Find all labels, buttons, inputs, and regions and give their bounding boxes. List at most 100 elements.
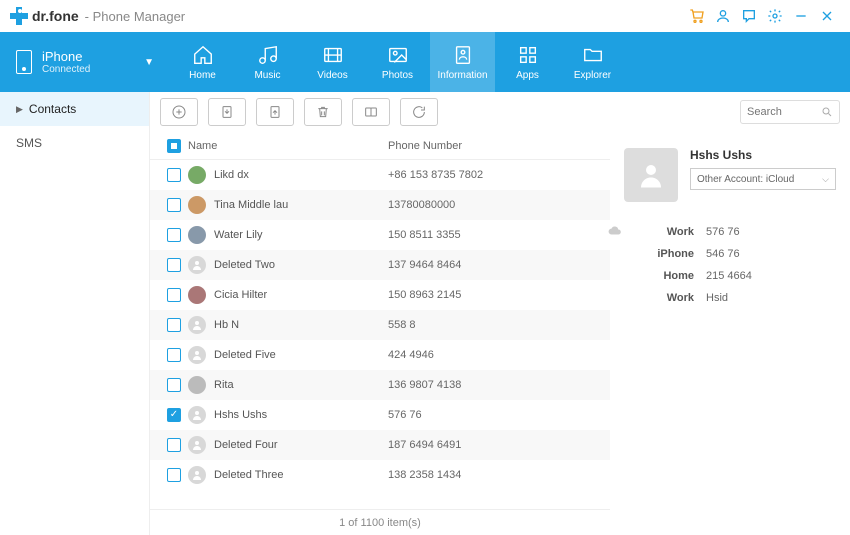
- table-row[interactable]: Hshs Ushs576 76: [150, 400, 610, 430]
- contact-name: Rita: [214, 379, 234, 391]
- cell-name: Deleted Three: [188, 466, 388, 484]
- delete-button[interactable]: [304, 98, 342, 126]
- cell-phone: 424 4946: [388, 349, 600, 361]
- row-checkbox[interactable]: [167, 348, 181, 362]
- nav-explorer[interactable]: Explorer: [560, 32, 625, 92]
- table-row[interactable]: Deleted Five 424 4946: [150, 340, 610, 370]
- minimize-button[interactable]: [788, 3, 814, 29]
- merge-button[interactable]: [352, 98, 390, 126]
- avatar: [188, 226, 206, 244]
- contact-name: Deleted Three: [214, 469, 284, 481]
- table-row[interactable]: Rita 136 9807 4138: [150, 370, 610, 400]
- row-checkbox[interactable]: [167, 288, 181, 302]
- contact-name: Deleted Four: [214, 439, 278, 451]
- nav-music[interactable]: Music: [235, 32, 300, 92]
- avatar: [188, 436, 206, 454]
- contacts-table: Name Phone Number Likd dx +86 153 8735 78…: [150, 132, 610, 535]
- table-row[interactable]: Cicia Hilter 150 8963 2145: [150, 280, 610, 310]
- row-checkbox[interactable]: [167, 168, 181, 182]
- row-checkbox[interactable]: [167, 258, 181, 272]
- nav-home[interactable]: Home: [170, 32, 235, 92]
- table-row[interactable]: Deleted Four 187 6494 6491: [150, 430, 610, 460]
- contact-name: Deleted Two: [214, 259, 275, 271]
- device-selector[interactable]: iPhone Connected ▼: [0, 32, 170, 92]
- close-button[interactable]: [814, 3, 840, 29]
- settings-icon[interactable]: [762, 3, 788, 29]
- nav-information[interactable]: Information: [430, 32, 495, 92]
- phone-icon: [16, 50, 32, 74]
- row-checkbox[interactable]: [167, 198, 181, 212]
- row-checkbox[interactable]: [167, 438, 181, 452]
- sidebar-item-contacts[interactable]: ▶Contacts: [0, 92, 149, 126]
- export-button[interactable]: [256, 98, 294, 126]
- column-name[interactable]: Name: [188, 140, 388, 152]
- cell-phone: 150 8963 2145: [388, 289, 600, 301]
- select-all-checkbox[interactable]: [167, 139, 181, 153]
- contact-name: Deleted Five: [214, 349, 276, 361]
- detail-field-label: iPhone: [624, 248, 694, 260]
- detail-field: iPhone546 76: [624, 248, 836, 260]
- toolbar: [150, 92, 850, 132]
- table-row[interactable]: Hb N558 8: [150, 310, 610, 340]
- table-row[interactable]: Tina Middle lau13780080000: [150, 190, 610, 220]
- cell-phone: 136 9807 4138: [388, 379, 600, 391]
- nav-apps[interactable]: Apps: [495, 32, 560, 92]
- cell-name: Tina Middle lau: [188, 196, 388, 214]
- row-checkbox[interactable]: [167, 408, 181, 422]
- user-icon[interactable]: [710, 3, 736, 29]
- brand-name: dr.fone: [32, 8, 79, 24]
- device-name: iPhone: [42, 49, 90, 64]
- detail-field-label: Work: [624, 226, 694, 238]
- avatar: [188, 346, 206, 364]
- cell-phone: +86 153 8735 7802: [388, 169, 600, 181]
- cell-name: Water Lily: [188, 226, 388, 244]
- table-row[interactable]: Water Lily150 8511 3355: [150, 220, 610, 250]
- row-checkbox[interactable]: [167, 468, 181, 482]
- table-body: Likd dx+86 153 8735 7802Tina Middle lau1…: [150, 160, 610, 509]
- row-checkbox[interactable]: [167, 378, 181, 392]
- cell-phone: 576 76: [388, 409, 600, 421]
- row-checkbox[interactable]: [167, 228, 181, 242]
- detail-field: Home 215 4664: [624, 270, 836, 282]
- cell-name: Rita: [188, 376, 388, 394]
- nav-videos[interactable]: Videos: [300, 32, 365, 92]
- sidebar-item-sms[interactable]: SMS: [0, 126, 149, 160]
- cell-name: Hb N: [188, 316, 388, 334]
- feedback-icon[interactable]: [736, 3, 762, 29]
- search-input[interactable]: [747, 106, 817, 118]
- app-subtitle: - Phone Manager: [85, 9, 185, 24]
- search-box[interactable]: [740, 100, 840, 124]
- avatar: [188, 406, 206, 424]
- contact-name: Water Lily: [214, 229, 263, 241]
- cell-name: Deleted Five: [188, 346, 388, 364]
- cell-phone: 187 6494 6491: [388, 439, 600, 451]
- refresh-button[interactable]: [400, 98, 438, 126]
- titlebar: dr.fone - Phone Manager: [0, 0, 850, 32]
- account-selector[interactable]: Other Account: iCloud ⌵: [690, 168, 836, 190]
- cell-phone: 13780080000: [388, 199, 600, 211]
- device-status: Connected: [42, 64, 90, 75]
- avatar: [188, 316, 206, 334]
- contact-name: Likd dx: [214, 169, 249, 181]
- detail-field-value: 215 4664: [706, 270, 752, 282]
- cart-icon[interactable]: [684, 3, 710, 29]
- table-row[interactable]: Likd dx +86 153 8735 7802: [150, 160, 610, 190]
- add-button[interactable]: [160, 98, 198, 126]
- detail-field-value: Hsid: [706, 292, 728, 304]
- detail-field-value: 576 76: [706, 226, 740, 238]
- sidebar: ▶Contacts SMS: [0, 92, 150, 535]
- cell-phone: 137 9464 8464: [388, 259, 600, 271]
- contact-name: Cicia Hilter: [214, 289, 267, 301]
- avatar: [188, 256, 206, 274]
- import-button[interactable]: [208, 98, 246, 126]
- avatar: [188, 466, 206, 484]
- table-row[interactable]: Deleted Two 137 9464 8464: [150, 250, 610, 280]
- table-footer: 1 of 1100 item(s): [150, 509, 610, 535]
- detail-field-label: Home: [624, 270, 694, 282]
- column-phone[interactable]: Phone Number: [388, 140, 600, 152]
- table-row[interactable]: Deleted Three138 2358 1434: [150, 460, 610, 490]
- cell-name: Likd dx: [188, 166, 388, 184]
- detail-field-label: Work: [624, 292, 694, 304]
- row-checkbox[interactable]: [167, 318, 181, 332]
- nav-photos[interactable]: Photos: [365, 32, 430, 92]
